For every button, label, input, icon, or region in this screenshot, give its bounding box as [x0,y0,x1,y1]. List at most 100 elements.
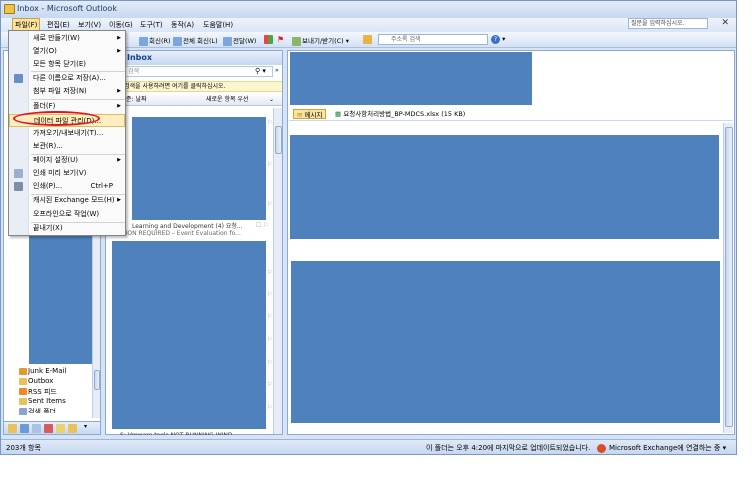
menu-item-open[interactable]: 열기(O) ▶ [9,45,125,58]
attachment-bar: ✉ 메시지 ▦ 요청사항처리방법_BP-MDCS.xlsx (15 KB) [289,107,733,121]
navigation-buttons: ▾ [4,421,100,434]
folder-rss[interactable]: RSS 피드 [28,387,57,397]
reading-pane-scroll-thumb[interactable] [725,127,733,427]
mail-nav-icon[interactable] [8,424,17,433]
menu-edit[interactable]: 편집(E) [47,20,70,30]
address-book-search-input[interactable]: 주소록 검색 [378,34,488,45]
message-list-scrollbar[interactable] [273,108,282,434]
reading-pane-scrollbar[interactable] [723,123,733,433]
help-question-input[interactable]: 질문을 입력하십시오. [628,18,708,29]
outlook-app-icon [4,4,15,14]
arrange-header[interactable]: 준: 날짜 새로운 항목 우선 ⌄ [106,95,282,106]
message-tab[interactable]: ✉ 메시지 [293,109,327,119]
flag-column-icon: ⚐ [267,336,273,343]
highlight-ring-annotation [13,111,100,126]
reply-icon [139,36,148,46]
message-subject[interactable]: Learning and Development (4) 요청... [132,221,254,230]
menu-item-save-attachments[interactable]: 첨부 파일 저장(N) ▶ [9,85,125,98]
reply-all-icon [173,36,182,46]
menu-go[interactable]: 이동(G) [109,20,133,30]
flag-column-icon: ⚐ [267,291,273,298]
nav-scroll-thumb[interactable] [94,370,100,390]
menu-item-print-preview[interactable]: 인쇄 미리 보기(V) [9,167,125,180]
flag-column-icon: ⚐ [267,381,273,388]
item-count: 203개 항목 [6,444,41,452]
calendar-nav-icon[interactable] [20,424,29,433]
menu-actions[interactable]: 동작(A) [171,20,194,30]
inbox-header: Inbox [106,51,282,65]
redacted-message-body-top [290,135,719,239]
submenu-arrow-icon: ▶ [117,88,121,94]
menu-tools[interactable]: 도구(T) [140,20,163,30]
window-title: Inbox - Microsoft Outlook [17,4,117,13]
flag-column-icon: ⚐ [267,404,273,411]
submenu-arrow-icon: ▶ [117,197,121,203]
flag-column-icon: ⚐ [267,119,273,126]
reply-all-button[interactable]: 전체 회신(L) [173,35,218,46]
menu-item-cached-exchange-mode[interactable]: 캐시된 Exchange 모드(H) ▶ [9,194,125,207]
help-icon: ? [491,35,500,44]
address-book-button[interactable] [363,35,373,44]
message-list-scroll-thumb[interactable] [275,126,282,154]
send-receive-icon [292,36,301,46]
notes-nav-icon[interactable] [56,424,65,433]
menu-item-print[interactable]: 인쇄(P)... Ctrl+P [9,180,125,193]
help-button[interactable]: ? ▾ [491,35,505,44]
folder-sent-items[interactable]: Sent Items [28,397,66,405]
menu-item-new[interactable]: 새로 만들기(W) ▶ [9,32,125,45]
print-preview-icon [14,169,23,178]
nav-scrollbar[interactable] [92,230,100,418]
folder-junk-email[interactable]: Junk E-Mail [28,367,66,375]
outbox-icon [19,378,27,385]
sort-order-label[interactable]: 새로운 항목 우선 [206,95,248,105]
folder-outbox[interactable]: Outbox [28,377,53,385]
inbox-search-input[interactable]: 검색 [107,66,273,77]
search-icon[interactable]: ⚲ ▾ [255,67,266,75]
reply-button[interactable]: 회신(R) [139,35,171,46]
tasks-nav-icon[interactable] [44,424,53,433]
menu-help[interactable]: 도움말(H) [203,20,233,30]
redacted-message-header [290,52,532,105]
menu-item-work-offline[interactable]: 오프라인으로 작업(W) [9,208,125,221]
menu-item-page-setup[interactable]: 페이지 설정(U) ▶ [9,154,125,167]
rss-icon [19,388,27,395]
forward-icon [223,36,232,46]
message-subject-partial[interactable]: S: Vmware tools NOT RUNNING WIND... [120,432,270,435]
message-flag-icon[interactable]: ☐ ⚐ [256,222,269,229]
redacted-message-body-bottom [291,261,720,423]
menu-view[interactable]: 보기(V) [78,20,101,30]
attachment-file[interactable]: ▦ 요청사항처리방법_BP-MDCS.xlsx (15 KB) [335,107,465,121]
submenu-arrow-icon: ▶ [117,48,121,54]
excel-file-icon: ▦ [335,110,342,118]
menu-item-save-as[interactable]: 다른 이름으로 저장(A)... [9,72,125,85]
exchange-status[interactable]: Microsoft Exchange에 연결하는 중 ▾ [609,440,726,454]
exchange-connection-icon [597,444,606,453]
expand-query-icon[interactable]: » [275,67,279,74]
redacted-messages-bottom [112,241,266,429]
close-icon[interactable]: ✕ [721,18,729,28]
folder-search-folders[interactable]: 검색 폴더 [28,407,56,413]
menu-item-close-all[interactable]: 모든 항목 닫기(E) [9,58,125,71]
folder-list-nav-icon[interactable] [68,424,77,433]
submenu-arrow-icon: ▶ [117,35,121,41]
flag-column-icon: ⚐ [267,269,273,276]
follow-up-button[interactable]: ⚑ [277,35,284,44]
menu-item-archive[interactable]: 보관(R)... [9,140,125,153]
message-preview[interactable]: TION REQUIRED – Event Evaluation fo... [122,230,254,237]
contacts-nav-icon[interactable] [32,424,41,433]
flag-column-icon: ⚐ [267,313,273,320]
print-shortcut: Ctrl+P [90,182,113,190]
redacted-messages-top [132,117,266,220]
menu-item-import-export[interactable]: 가져오기/내보내기(T)... [9,127,125,140]
search-info-bar[interactable]: 검색을 사용하려면 여기를 클릭하십시오. [106,81,282,92]
redacted-folder-list [29,231,95,364]
sort-arrow-icon: ⌄ [269,96,275,103]
menu-item-exit[interactable]: 끝내기(X) [9,222,125,235]
configure-buttons-icon[interactable]: ▾ [84,423,87,430]
submenu-arrow-icon: ▶ [117,157,121,163]
send-receive-button[interactable]: 보내기/받기(C) ▾ [292,35,349,46]
forward-button[interactable]: 전달(W) [223,35,256,46]
categorize-button[interactable] [264,35,274,44]
junk-mail-icon [19,368,27,375]
arrange-by-label[interactable]: 준: 날짜 [126,95,147,105]
